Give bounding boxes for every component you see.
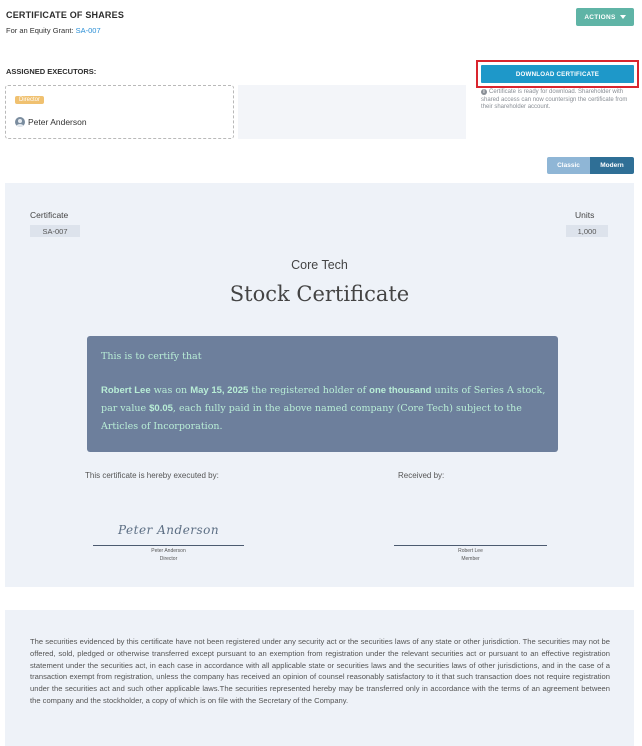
toggle-classic[interactable]: Classic (547, 157, 590, 174)
view-toggle: Classic Modern (547, 157, 634, 174)
certify-box: This is to certify that Robert Lee was o… (87, 336, 558, 452)
page-title: CERTIFICATE OF SHARES (6, 10, 125, 20)
executor-signature-line (93, 545, 244, 546)
chevron-down-icon (619, 15, 626, 19)
legal-disclaimer: The securities evidenced by this certifi… (30, 637, 610, 705)
holder-name: Robert Lee (101, 385, 151, 396)
units-label: Units (575, 210, 595, 220)
certificate-label: Certificate (30, 210, 69, 220)
legal-panel: The securities evidenced by this certifi… (5, 610, 634, 746)
executed-by-label: This certificate is hereby executed by: (85, 471, 219, 480)
received-by-label: Received by: (398, 471, 445, 480)
quantity-words: one thousand (369, 385, 432, 396)
par-value: $0.05 (149, 403, 173, 414)
executor-card: Director Peter Anderson (5, 85, 234, 139)
toggle-modern[interactable]: Modern (590, 157, 634, 174)
executor-signature: Peter Anderson (118, 523, 220, 537)
subtitle-prefix: For an Equity Grant: (6, 26, 76, 35)
executor-sig-name: Peter Anderson (151, 548, 186, 554)
download-certificate-button[interactable]: DOWNLOAD CERTIFICATE (481, 65, 634, 83)
actions-label: ACTIONS (584, 13, 616, 21)
certify-intro: This is to certify that (101, 351, 202, 362)
page-subtitle: For an Equity Grant: SA-007 (6, 26, 101, 35)
grant-link[interactable]: SA-007 (76, 26, 101, 35)
issue-date: May 15, 2025 (190, 385, 249, 396)
certificate-panel: Certificate SA-007 Units 1,000 Core Tech… (5, 183, 634, 587)
executor-name: Peter Anderson (28, 117, 87, 127)
certificate-title: Stock Certificate (229, 282, 410, 306)
receiver-sig-role: Member (461, 556, 480, 562)
assigned-executors-label: ASSIGNED EXECUTORS: (6, 67, 97, 76)
download-note: i Certificate is ready for download. Shar… (481, 89, 636, 112)
actions-button[interactable]: ACTIONS (576, 8, 634, 26)
executor-sig-role: Director (159, 556, 178, 562)
receiver-signature-line (394, 545, 547, 546)
certify-text-2: the registered holder of (248, 385, 370, 396)
download-note-text: Certificate is ready for download. Share… (481, 89, 628, 110)
receiver-sig-name: Robert Lee (458, 548, 483, 554)
company-name: Core Tech (291, 258, 348, 272)
avatar-icon (15, 117, 25, 127)
certify-body: Robert Lee was on May 15, 2025 the regis… (101, 382, 548, 436)
info-icon: i (481, 89, 487, 95)
role-badge: Director (15, 96, 45, 104)
certify-text-1: was on (150, 385, 191, 396)
units-chip: 1,000 (566, 225, 608, 237)
certificate-id-chip: SA-007 (30, 225, 80, 237)
executor-placeholder-panel (238, 85, 466, 139)
